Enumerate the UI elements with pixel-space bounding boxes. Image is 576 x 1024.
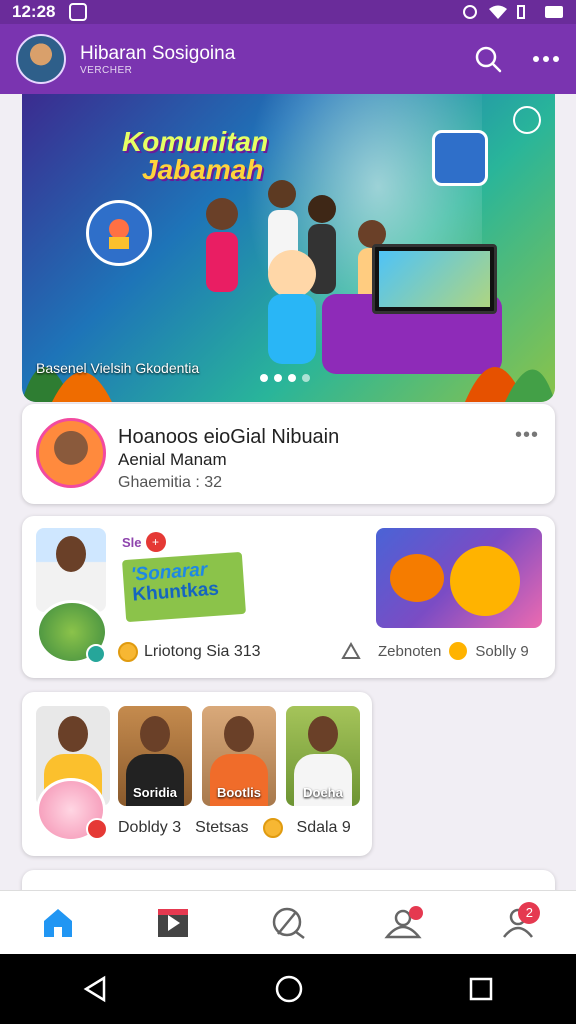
system-nav-bar	[0, 954, 576, 1024]
notification-icon	[69, 3, 88, 21]
heart-icon	[409, 905, 424, 920]
chat-icon	[272, 907, 305, 939]
profile-subtitle: Aenial Manam	[118, 450, 227, 469]
members-card[interactable]: Soridia Bootlis Doeha Dobldy 3 Stetsas S…	[22, 692, 372, 856]
status-time: 12:28	[12, 2, 56, 21]
banner-headline-line1: Komunitan	[122, 126, 269, 157]
nav-home[interactable]	[28, 898, 88, 948]
signal-icon	[517, 5, 525, 19]
member-face	[308, 716, 338, 752]
bottom-nav: 2	[0, 890, 576, 954]
carousel-dot[interactable]	[288, 374, 296, 382]
mini-tags: Sle +	[122, 532, 166, 552]
more-options-icon[interactable]: •••	[515, 424, 539, 447]
app-bar: Hibaran Sosigoina VERCHER	[0, 24, 576, 94]
thumb-label: Bootlis	[216, 785, 262, 800]
nav-profile[interactable]: 2	[488, 898, 548, 948]
member-thumb[interactable]: Doeha	[286, 706, 360, 806]
member-face	[140, 716, 170, 752]
home-icon	[43, 908, 72, 937]
profile-card[interactable]: Hoanoos eioGial Nibuain Aenial Manam Gha…	[22, 404, 555, 504]
app-title-group: Hibaran Sosigoina VERCHER	[80, 43, 235, 76]
banner-caption: Basenel Vielsih Gkodentia	[36, 360, 200, 376]
coin-icon	[118, 642, 138, 662]
nav-chat[interactable]	[258, 898, 318, 948]
members-foot-3: Sdala 9	[296, 819, 351, 836]
alarm-icon	[463, 5, 477, 19]
cartoon-image[interactable]	[376, 528, 542, 628]
community-card[interactable]: Sle + 'Sonarar Khuntkas Lriotong Sia 313…	[22, 516, 555, 678]
member-face	[58, 716, 88, 752]
cartoon-character	[450, 546, 520, 616]
card-footer-left: Lriotong Sia 313	[118, 642, 261, 662]
member-face	[56, 536, 86, 572]
member-thumb[interactable]: Soridia	[118, 706, 192, 806]
thumb-label: Doeha	[303, 785, 343, 800]
member-face	[224, 716, 254, 752]
members-footer: Dobldy 3 Stetsas Sdala 9	[118, 818, 351, 838]
sun-icon	[449, 642, 468, 660]
profile-meta: Ghaemitia : 32	[118, 474, 223, 491]
community-sticker: 'Sonarar Khuntkas	[121, 551, 247, 623]
feed[interactable]: Komunitan Jabamah Basenel Vielsih Gkoden…	[0, 94, 576, 890]
status-bar: 12:28	[0, 0, 576, 24]
card-footer-right: Zebnoten Soblly 9	[378, 642, 529, 660]
app-title: Hibaran Sosigoina	[80, 42, 236, 64]
plus-icon[interactable]: +	[145, 532, 166, 552]
carousel-dot[interactable]	[274, 374, 282, 382]
footer-right-label2: Soblly 9	[475, 642, 529, 660]
app-subtitle: VERCHER	[80, 64, 133, 76]
members-foot-1: Dobldy 3	[118, 819, 182, 836]
status-icons	[460, 4, 564, 20]
hero-banner[interactable]: Komunitan Jabamah Basenel Vielsih Gkoden…	[22, 94, 555, 402]
leaves-right	[465, 367, 555, 402]
tv-illustration	[372, 244, 497, 314]
next-card-peek[interactable]	[22, 870, 555, 890]
video-icon	[157, 908, 188, 937]
user-avatar[interactable]	[16, 34, 66, 84]
back-icon[interactable]	[82, 975, 110, 1003]
more-horizontal-icon[interactable]	[532, 55, 560, 63]
member-thumb[interactable]: Bootlis	[202, 706, 276, 806]
cartoon-character	[390, 554, 444, 602]
carousel-dot[interactable]	[302, 374, 310, 382]
mascot-badge	[86, 200, 152, 266]
home-circle-icon[interactable]	[274, 974, 304, 1004]
carousel-dots[interactable]	[260, 374, 310, 382]
share-icon[interactable]	[513, 106, 541, 134]
nav-video[interactable]	[143, 898, 203, 948]
nav-community[interactable]	[373, 898, 433, 948]
footer-right-label1: Zebnoten	[378, 642, 442, 660]
members-foot-2: Stetsas	[195, 819, 249, 836]
thumb-label: Soridia	[132, 785, 178, 800]
mascot-icon	[109, 219, 129, 249]
profile-avatar[interactable]	[36, 418, 106, 488]
recents-icon[interactable]	[468, 976, 494, 1002]
footer-left-label: Lriotong Sia 313	[144, 643, 261, 660]
notification-badge: 2	[518, 901, 541, 924]
search-icon[interactable]	[474, 45, 502, 73]
wifi-icon	[489, 5, 507, 19]
carousel-dot[interactable]	[260, 374, 268, 382]
mini-tag-text: Sle	[122, 534, 142, 550]
app-bar-actions	[474, 45, 560, 73]
coin-icon	[262, 818, 283, 838]
share-icon[interactable]	[340, 640, 362, 662]
delete-icon[interactable]	[86, 818, 108, 840]
profile-name: Hoanoos eioGial Nibuain	[118, 426, 340, 448]
trash-icon[interactable]	[86, 644, 106, 664]
battery-icon	[545, 6, 563, 18]
